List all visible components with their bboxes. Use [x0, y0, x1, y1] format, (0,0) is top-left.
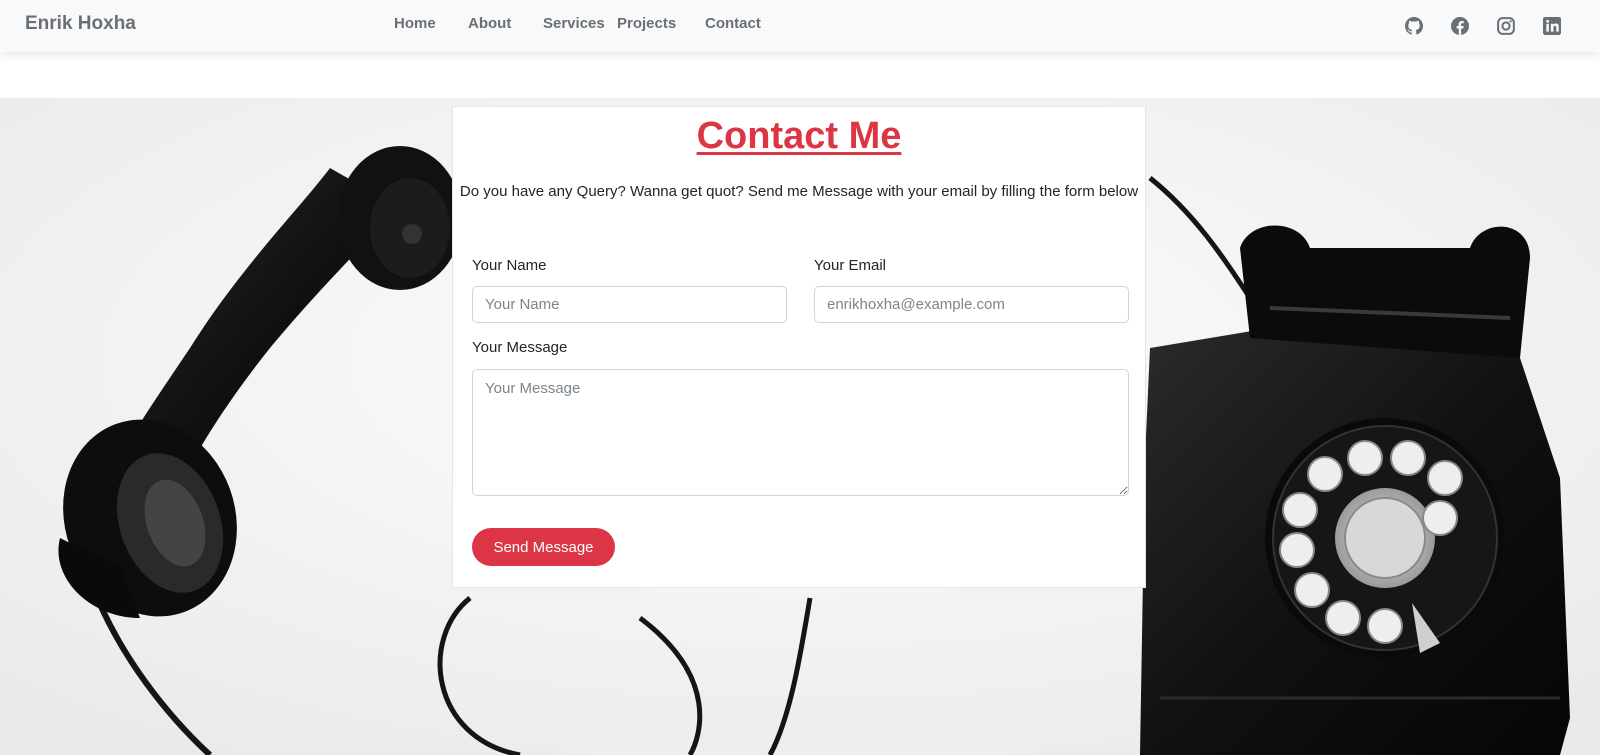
header-spacer [0, 52, 1600, 98]
contact-form-card: Contact Me Do you have any Query? Wanna … [452, 106, 1146, 588]
brand-link[interactable]: Enrik Hoxha [25, 13, 136, 35]
email-label: Your Email [814, 257, 886, 274]
nav-link-contact[interactable]: Contact [705, 15, 761, 32]
email-input[interactable] [814, 286, 1129, 323]
contact-title: Contact Me [696, 115, 902, 157]
message-textarea[interactable] [472, 369, 1129, 496]
github-icon[interactable] [1405, 17, 1423, 35]
instagram-icon[interactable] [1497, 17, 1515, 35]
linkedin-icon[interactable] [1543, 17, 1561, 35]
nav-link-home[interactable]: Home [394, 15, 436, 32]
name-input[interactable] [472, 286, 787, 323]
send-message-button[interactable]: Send Message [472, 528, 615, 566]
nav-link-about[interactable]: About [468, 15, 511, 32]
message-label: Your Message [472, 339, 568, 356]
contact-intro-text: Do you have any Query? Wanna get quot? S… [459, 183, 1139, 200]
nav-link-services[interactable]: Services [543, 15, 605, 32]
navbar: Enrik Hoxha Home About Services Projects… [0, 0, 1600, 52]
nav-link-projects[interactable]: Projects [617, 15, 676, 32]
facebook-icon[interactable] [1451, 17, 1469, 35]
name-label: Your Name [472, 257, 547, 274]
